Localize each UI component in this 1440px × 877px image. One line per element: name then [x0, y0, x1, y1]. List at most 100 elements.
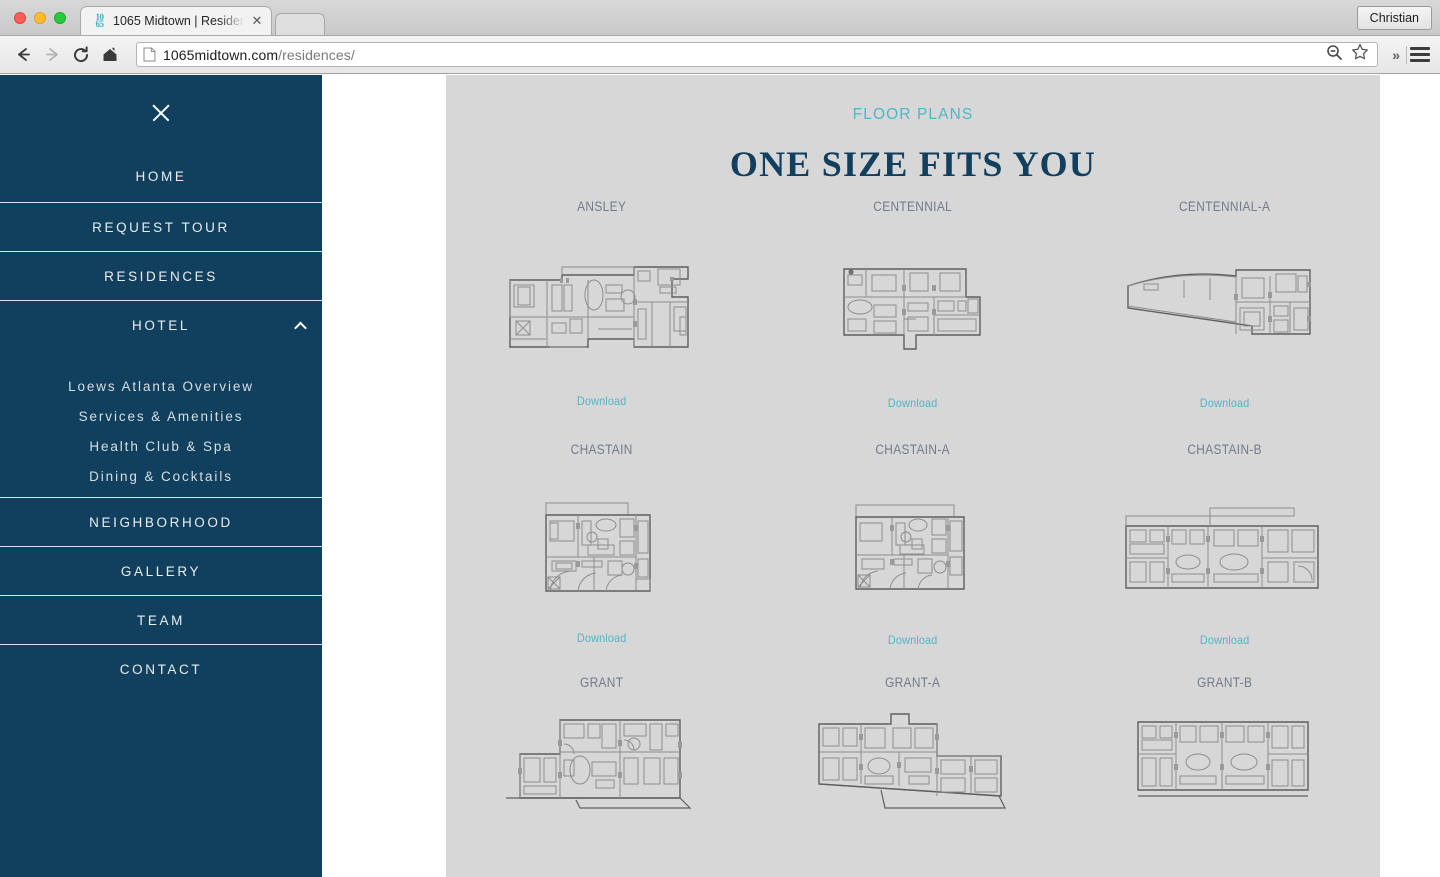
sidebar-subitem-loews-atlanta-overview[interactable]: Loews Atlanta Overview — [0, 371, 322, 401]
sidebar-item-label: RESIDENCES — [104, 268, 218, 284]
chevron-up-icon[interactable] — [295, 320, 306, 331]
download-link[interactable] — [462, 867, 742, 877]
floor-plans-content: FLOOR PLANS ONE SIZE FITS YOU ANSLEY Dow… — [446, 75, 1380, 877]
sidebar-subitem-label: Loews Atlanta Overview — [68, 378, 254, 394]
new-tab-button[interactable] — [275, 13, 325, 35]
floor-plan-row: ANSLEY Download CENTENNIAL Download CENT… — [446, 199, 1380, 414]
floor-plan-thumbnail-chastain-a[interactable] — [757, 461, 1068, 633]
sidebar-item-residences[interactable]: RESIDENCES — [0, 251, 322, 300]
sidebar-subitem-label: Dining & Cocktails — [89, 468, 233, 484]
sidebar-subitem-label: Health Club & Spa — [89, 438, 233, 454]
tab-strip: 10 65 1065 Midtown | Residences ✕ — [80, 0, 325, 35]
page-viewport: HOME REQUEST TOUR RESIDENCES HOTEL Loews… — [0, 75, 1440, 877]
sidebar-subitem-services-amenities[interactable]: Services & Amenities — [0, 401, 322, 431]
download-link[interactable]: Download — [773, 396, 1053, 414]
toolbar-divider — [1406, 45, 1407, 64]
floor-plan-card: CENTENNIAL-A Download — [1069, 199, 1380, 414]
omnibox-actions — [1326, 43, 1371, 66]
download-link[interactable]: Download — [773, 633, 1053, 651]
plan-name: GRANT — [579, 675, 624, 690]
floor-plan-thumbnail-grant-b[interactable] — [1069, 694, 1380, 869]
sidebar-item-gallery[interactable]: GALLERY — [0, 546, 322, 595]
floor-plan-card: CHASTAIN-B Download — [1069, 428, 1380, 651]
close-icon — [150, 102, 172, 124]
forward-icon — [39, 42, 65, 68]
sidebar-subitem-label: Services & Amenities — [78, 408, 244, 424]
overflow-icon[interactable]: » — [1389, 47, 1403, 63]
tab-title: 1065 Midtown | Residences — [113, 14, 249, 28]
floor-plan-row: GRANT GRANT-A GRANT-B — [446, 665, 1380, 877]
floor-plan-thumbnail-centennial[interactable] — [757, 218, 1068, 396]
sidebar-item-request-tour[interactable]: REQUEST TOUR — [0, 202, 322, 251]
plan-name: ANSLEY — [577, 199, 627, 214]
floor-plan-row: CHASTAIN Download CHASTAIN-A Download CH… — [446, 428, 1380, 651]
sidebar-item-label: GALLERY — [120, 563, 202, 579]
site-navigation-drawer: HOME REQUEST TOUR RESIDENCES HOTEL Loews… — [0, 75, 322, 877]
1065-logo-favicon: 10 65 — [95, 12, 105, 29]
url-text: 1065midtown.com/residences/ — [163, 47, 355, 63]
search-minus-icon[interactable] — [1326, 44, 1343, 66]
floor-plan-card: GRANT-A — [757, 665, 1068, 877]
floor-plan-thumbnail-grant-a[interactable] — [757, 694, 1068, 869]
floor-plan-card: GRANT — [446, 665, 757, 877]
download-link[interactable]: Download — [1084, 633, 1364, 651]
close-window-button[interactable] — [14, 12, 26, 24]
download-link[interactable] — [773, 869, 1053, 877]
sidebar-item-home[interactable]: HOME — [0, 151, 322, 202]
sidebar-item-hotel[interactable]: HOTEL — [0, 300, 322, 349]
floor-plan-thumbnail-ansley[interactable] — [446, 218, 757, 396]
page-title: ONE SIZE FITS YOU — [729, 144, 1097, 184]
address-bar[interactable]: 1065midtown.com/residences/ — [136, 42, 1379, 67]
plan-name: CENTENNIAL-A — [1178, 199, 1271, 214]
floor-plan-thumbnail-grant[interactable] — [446, 694, 757, 869]
plan-name: GRANT-B — [1196, 675, 1252, 690]
plan-name: CHASTAIN-A — [875, 442, 951, 457]
download-link[interactable]: Download — [462, 631, 742, 649]
sidebar-item-label: HOTEL — [131, 317, 190, 333]
sidebar-item-team[interactable]: TEAM — [0, 595, 322, 644]
floor-plan-card: CHASTAIN-A Download — [757, 428, 1068, 651]
hamburger-icon[interactable] — [1410, 47, 1430, 62]
window-traffic-lights — [14, 12, 66, 24]
floor-plan-card: CENTENNIAL Download — [757, 199, 1068, 414]
url-path: /residences/ — [278, 46, 355, 63]
url-host: 1065midtown.com — [163, 46, 279, 63]
sidebar-subitem-dining-cocktails[interactable]: Dining & Cocktails — [0, 461, 322, 491]
sidebar-item-contact[interactable]: CONTACT — [0, 644, 322, 693]
download-link[interactable] — [1084, 869, 1364, 877]
floor-plan-thumbnail-chastain[interactable] — [446, 461, 757, 633]
floor-plan-card: ANSLEY Download — [446, 199, 757, 414]
reload-icon[interactable] — [68, 42, 94, 68]
plan-name: CHASTAIN-B — [1187, 442, 1262, 457]
browser-tab[interactable]: 10 65 1065 Midtown | Residences ✕ — [80, 6, 272, 35]
download-link[interactable]: Download — [1084, 396, 1364, 414]
sidebar-item-label: HOME — [135, 169, 187, 184]
close-tab-icon[interactable]: ✕ — [249, 13, 265, 29]
plan-name: CENTENNIAL — [873, 199, 953, 214]
sidebar-item-label: TEAM — [137, 612, 185, 628]
floor-plan-card: CHASTAIN Download — [446, 428, 757, 651]
plan-name: GRANT-A — [885, 675, 941, 690]
close-menu-button[interactable] — [0, 75, 322, 151]
section-eyebrow: FLOOR PLANS — [852, 106, 974, 123]
page-document-icon — [143, 47, 156, 62]
plan-name: CHASTAIN — [570, 442, 633, 457]
profile-button[interactable]: Christian — [1356, 6, 1432, 30]
browser-toolbar: 1065midtown.com/residences/ » — [0, 36, 1440, 74]
maximize-window-button[interactable] — [54, 12, 66, 24]
floor-plan-card: GRANT-B — [1069, 665, 1380, 877]
download-link[interactable]: Download — [462, 394, 742, 412]
home-icon[interactable] — [97, 42, 123, 68]
sidebar-subitem-health-club-spa[interactable]: Health Club & Spa — [0, 431, 322, 461]
browser-titlebar: 10 65 1065 Midtown | Residences ✕ Christ… — [0, 0, 1440, 36]
floor-plan-thumbnail-centennial-a[interactable] — [1069, 218, 1380, 396]
sidebar-item-label: CONTACT — [119, 661, 203, 677]
sidebar-item-neighborhood[interactable]: NEIGHBORHOOD — [0, 497, 322, 546]
back-icon[interactable] — [10, 42, 36, 68]
minimize-window-button[interactable] — [34, 12, 46, 24]
browser-window: 10 65 1065 Midtown | Residences ✕ Christ… — [0, 0, 1440, 877]
floor-plan-thumbnail-chastain-b[interactable] — [1069, 461, 1380, 633]
star-icon[interactable] — [1351, 43, 1369, 66]
sidebar-item-label: REQUEST TOUR — [92, 219, 230, 235]
hotel-submenu: Loews Atlanta Overview Services & Amenit… — [0, 349, 322, 497]
